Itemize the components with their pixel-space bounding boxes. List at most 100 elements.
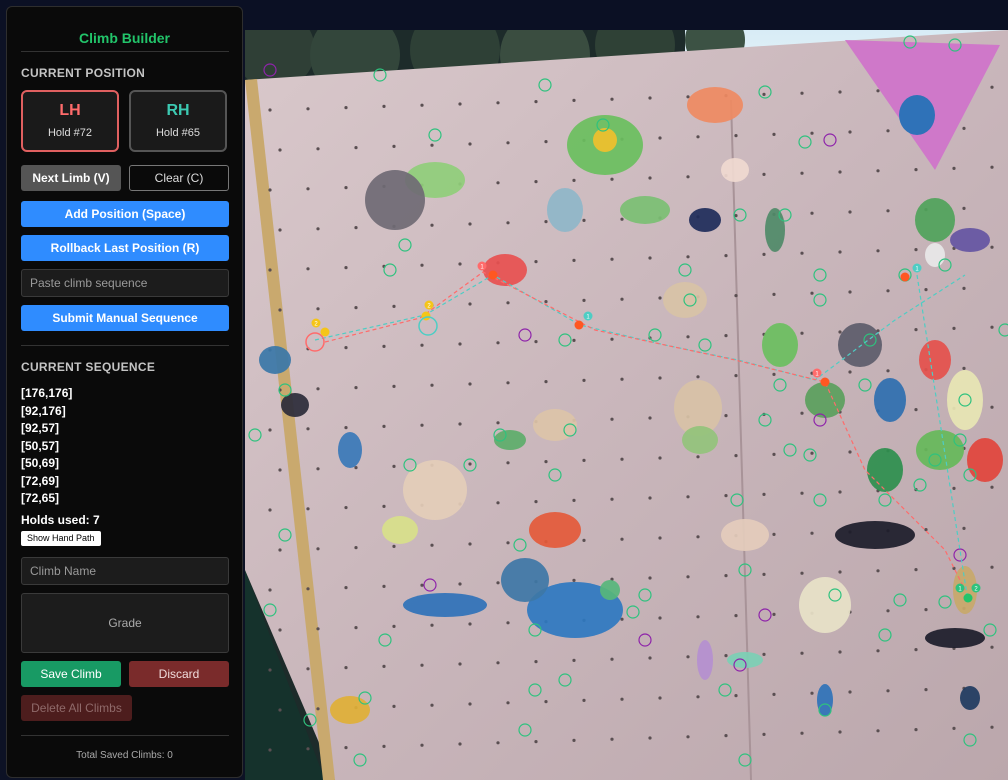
wall-hold[interactable] — [382, 516, 418, 544]
bolt-hole — [534, 340, 538, 344]
bolt-hole — [800, 731, 804, 735]
wall-hold[interactable] — [721, 158, 749, 182]
wall-hold[interactable] — [697, 640, 713, 680]
bolt-hole — [316, 387, 320, 391]
bolt-hole — [762, 252, 766, 256]
wall-hold[interactable] — [805, 382, 845, 418]
bolt-hole — [496, 501, 500, 505]
next-limb-button[interactable]: Next Limb (V) — [21, 165, 121, 191]
wall-hold[interactable] — [874, 378, 906, 422]
wall-hold[interactable] — [919, 340, 951, 380]
wall-hold[interactable] — [682, 426, 718, 454]
add-position-button[interactable]: Add Position (Space) — [21, 201, 229, 227]
bolt-hole — [848, 130, 852, 134]
bolt-hole — [572, 658, 576, 663]
climbing-wall-view[interactable]: 11221112 — [245, 30, 1008, 780]
wall-hold[interactable] — [494, 430, 526, 450]
bolt-hole — [420, 663, 424, 667]
wall-hold[interactable] — [593, 128, 617, 152]
wall-hold[interactable] — [547, 188, 583, 232]
wall-hold[interactable] — [838, 323, 882, 367]
sequence-item: [92,57] — [21, 421, 60, 435]
bolt-hole — [914, 648, 918, 652]
wall-hold[interactable] — [721, 519, 769, 551]
wall-hold[interactable] — [259, 346, 291, 374]
wall-hold[interactable] — [925, 628, 985, 648]
bolt-hole — [544, 380, 548, 384]
current-sequence-heading: CURRENT SEQUENCE — [21, 360, 156, 374]
bolt-hole — [430, 383, 434, 387]
wall-hold[interactable] — [925, 243, 945, 267]
bolt-hole — [468, 542, 472, 546]
climb-name-input[interactable] — [21, 557, 229, 585]
wall-hold[interactable] — [330, 696, 370, 724]
bolt-hole — [506, 541, 510, 545]
delete-all-climbs-button[interactable]: Delete All Climbs — [21, 695, 132, 721]
manual-sequence-input[interactable] — [21, 269, 229, 297]
wall-hold[interactable] — [529, 512, 581, 548]
bolt-hole — [762, 492, 766, 496]
bolt-hole — [544, 140, 548, 144]
wall-hold[interactable] — [365, 170, 425, 230]
bolt-hole — [268, 508, 272, 512]
wall-hold[interactable] — [967, 438, 1003, 482]
wall-hold[interactable] — [403, 460, 467, 520]
wall-hold[interactable] — [338, 432, 362, 468]
wall-hold[interactable] — [501, 558, 549, 602]
wall-hold[interactable] — [835, 521, 915, 549]
bolt-hole — [886, 209, 890, 213]
wall-hold[interactable] — [899, 95, 935, 135]
grade-field[interactable]: Grade — [21, 593, 229, 653]
left-hand-limb-card[interactable]: LH Hold #72 — [21, 90, 119, 152]
bolt-hole — [582, 298, 586, 302]
bolt-hole — [952, 726, 956, 731]
bolt-hole — [886, 129, 890, 133]
wall-hold[interactable] — [960, 686, 980, 710]
submit-manual-sequence-button[interactable]: Submit Manual Sequence — [21, 305, 229, 331]
right-hand-limb-card[interactable]: RH Hold #65 — [129, 90, 227, 152]
bolt-hole — [838, 650, 842, 654]
wall-hold[interactable] — [600, 580, 620, 600]
save-climb-button[interactable]: Save Climb — [21, 661, 121, 687]
bolt-hole — [838, 730, 842, 734]
bolt-hole — [686, 175, 690, 179]
wall-hold[interactable] — [663, 282, 707, 318]
bolt-hole — [344, 266, 348, 270]
wall-hold[interactable] — [403, 593, 487, 617]
rollback-button[interactable]: Rollback Last Position (R) — [21, 235, 229, 261]
bolt-hole — [696, 375, 700, 379]
bolt-hole — [458, 342, 462, 346]
bolt-hole — [382, 344, 386, 348]
bolt-hole — [810, 531, 814, 535]
wall-hold[interactable] — [687, 87, 743, 123]
bolt-hole — [382, 104, 386, 108]
bolt-hole — [458, 262, 462, 266]
bolt-hole — [686, 735, 690, 739]
limb-label: RH — [166, 102, 190, 119]
wall-hold[interactable] — [689, 208, 721, 232]
bolt-hole — [914, 728, 918, 732]
show-hand-path-button[interactable]: Show Hand Path — [21, 531, 101, 546]
clear-button[interactable]: Clear (C) — [129, 165, 229, 191]
wall-hold[interactable] — [765, 208, 785, 252]
bolt-hole — [800, 651, 804, 655]
bolt-hole — [800, 491, 804, 495]
wall-hold[interactable] — [281, 393, 309, 417]
bolt-hole — [496, 741, 500, 745]
wall-hold[interactable] — [620, 196, 670, 224]
wall-hold[interactable] — [483, 254, 527, 286]
wall-hold[interactable] — [762, 323, 798, 367]
wall-hold[interactable] — [915, 198, 955, 242]
wall-hold[interactable] — [727, 652, 763, 668]
wall-hold[interactable] — [950, 228, 990, 252]
bolt-hole — [696, 135, 700, 139]
discard-button[interactable]: Discard — [129, 661, 229, 687]
total-saved-climbs: Total Saved Climbs: 0 — [76, 750, 173, 761]
wall-hold[interactable] — [947, 370, 983, 430]
bolt-hole — [696, 695, 700, 699]
bolt-hole — [810, 211, 814, 215]
wall-canvas[interactable]: 1 122111 2 — [245, 30, 1008, 780]
bolt-hole — [544, 700, 548, 704]
wall-hold[interactable] — [799, 577, 851, 633]
wall-hold[interactable] — [867, 448, 903, 492]
